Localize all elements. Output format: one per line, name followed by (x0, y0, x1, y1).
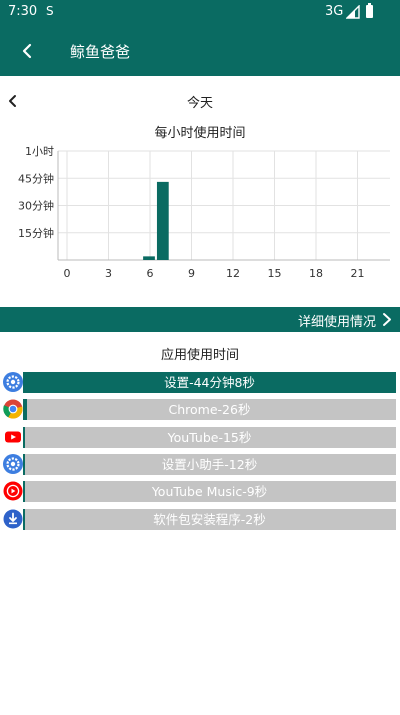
x-tick-label: 0 (64, 267, 71, 280)
app-usage-row[interactable]: YouTube-15秒 (0, 426, 400, 449)
day-navigator: 今天 (0, 86, 400, 116)
chart-bar (156, 181, 169, 260)
app-usage-bar: 软件包安装程序-2秒 (23, 508, 396, 530)
app-usage-row[interactable]: 设置小助手-12秒 (0, 453, 400, 476)
package-installer-icon (3, 509, 23, 529)
app-usage-label: 软件包安装程序-2秒 (153, 511, 266, 527)
app-usage-label: Chrome-26秒 (168, 402, 251, 418)
arrow-back-icon[interactable] (16, 39, 40, 63)
app-usage-row[interactable]: 软件包安装程序-2秒 (0, 508, 400, 531)
app-usage-label: YouTube Music-9秒 (151, 484, 268, 500)
x-tick-label: 18 (309, 267, 323, 280)
app-usage-row[interactable]: YouTube Music-9秒 (0, 481, 400, 503)
network-type: 3G (325, 4, 344, 19)
app-bar: 鲸鱼爸爸 (0, 26, 400, 76)
detail-usage-label: 详细使用情况 (297, 315, 376, 330)
status-time: 7:30 (8, 4, 38, 19)
y-tick-label: 30分钟 (18, 199, 54, 213)
x-tick-label: 3 (105, 267, 112, 280)
x-tick-label: 12 (226, 267, 240, 280)
app-usage-bar: 设置-44分钟8秒 (23, 372, 396, 393)
app-usage-label: 设置-44分钟8秒 (164, 375, 255, 390)
hourly-usage-chart: 15分钟 30分钟 45分钟 1小时 0 3 6 9 12 15 18 21 (0, 138, 400, 288)
y-tick-label: 45分钟 (18, 171, 54, 185)
chart-bar (143, 256, 155, 260)
youtube-music-icon (3, 481, 23, 501)
app-usage-row[interactable]: Chrome-26秒 (0, 399, 400, 421)
app-usage-bar: 设置小助手-12秒 (23, 453, 396, 475)
app-usage-row[interactable]: 设置-44分钟8秒 (0, 372, 400, 394)
settings-gear-icon (3, 372, 23, 392)
app-usage-title: 应用使用时间 (160, 348, 239, 363)
chart-svg: 15分钟 30分钟 45分钟 1小时 0 3 6 9 12 15 18 21 (18, 145, 390, 280)
app-usage-bar: Chrome-26秒 (23, 399, 396, 421)
x-tick-label: 21 (351, 267, 365, 280)
battery-icon (366, 3, 373, 18)
notification-icon: S (46, 4, 54, 18)
status-bar: 7:30 S 3G (0, 0, 400, 26)
page-title: 鲸鱼爸爸 (70, 43, 131, 61)
day-label: 今天 (186, 96, 213, 111)
y-tick-label: 1小时 (25, 145, 54, 158)
app-usage-bar: YouTube-15秒 (23, 426, 396, 448)
settings-gear-icon (3, 453, 23, 474)
youtube-icon (3, 427, 23, 447)
chrome-icon (3, 399, 23, 419)
chevron-right-icon (383, 313, 391, 326)
app-usage-label: YouTube-15秒 (167, 429, 252, 445)
x-tick-label: 6 (147, 267, 154, 280)
y-tick-label: 15分钟 (18, 226, 54, 240)
app-usage-bar: YouTube Music-9秒 (23, 481, 396, 503)
app-usage-label: 设置小助手-12秒 (161, 456, 258, 472)
signal-icon (346, 5, 360, 19)
x-tick-label: 9 (188, 267, 195, 280)
detail-usage-button[interactable]: 详细使用情况 (0, 307, 400, 332)
x-tick-label: 15 (268, 267, 282, 280)
